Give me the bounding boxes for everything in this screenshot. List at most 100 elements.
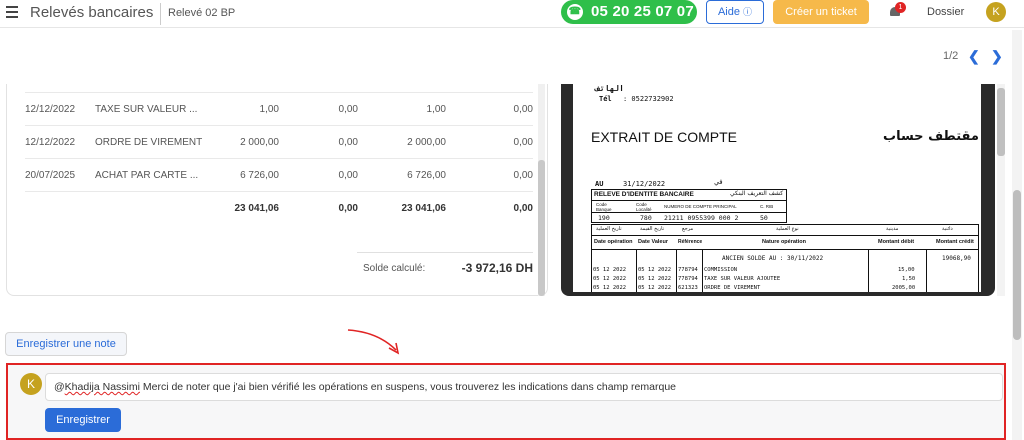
pdf-line-debit: 1,50: [902, 276, 916, 282]
pdf-col-header: Montant débit: [878, 239, 915, 245]
pdf-line-value-date: 05 12 2022: [638, 267, 672, 273]
table-scrollbar-thumb[interactable]: [538, 160, 545, 296]
pdf-lines-area: ANCIEN SOLDE AU : 30/11/2022 19068,90 05…: [591, 250, 979, 292]
pdf-tel-label: Tél: [599, 95, 612, 103]
operations-table: 12/12/2022 TAXE SUR VALEUR ... 1,00 0,00…: [6, 84, 548, 296]
page-scrollbar-thumb[interactable]: [1013, 190, 1021, 340]
pdf-col-header-ar: مرجع: [682, 226, 694, 232]
pdf-col-header: Date Valeur: [638, 239, 668, 245]
help-button-label: Aide: [717, 6, 740, 18]
pdf-col-header-ar: مدينية: [886, 226, 899, 232]
computed-balance-label: Solde calculé:: [363, 263, 426, 274]
row-value-2: 0,00: [338, 170, 358, 181]
pdf-line-value-date: 05 12 2022: [638, 276, 672, 282]
note-composer: K @Khadija Nassimi Merci de noter que j'…: [6, 363, 1006, 440]
pdf-rib-header: C. RIB: [760, 204, 774, 209]
note-author-avatar: K: [20, 373, 42, 395]
pdf-line-date: 05 12 2022: [593, 276, 627, 282]
note-mention-prefix: @: [54, 381, 65, 393]
total-value-3: 23 041,06: [401, 203, 447, 214]
pdf-rib-box: RELEVE D'IDENTITE BANCAIRE كشف التعريف ا…: [591, 189, 787, 223]
support-phone-number: 05 20 25 07 07: [591, 3, 694, 20]
table-row[interactable]: 12/12/2022 TAXE SUR VALEUR ... 1,00 0,00…: [25, 92, 533, 125]
pdf-line-debit: 2005,00: [892, 285, 916, 291]
dossier-menu[interactable]: Dossier: [927, 6, 964, 18]
pdf-phone-label-ar: الهاتف: [595, 84, 624, 93]
row-label: ORDRE DE VIREMENT: [95, 137, 203, 148]
help-circle-icon: ⓘ: [743, 7, 753, 17]
total-value-4: 0,00: [513, 203, 533, 214]
row-value-2: 0,00: [338, 137, 358, 148]
row-value-4: 0,00: [513, 170, 533, 181]
pdf-line-debit: 15,00: [898, 267, 915, 273]
save-note-tab-button[interactable]: Enregistrer une note: [5, 332, 127, 356]
row-value-3: 6 726,00: [407, 170, 446, 181]
menu-icon[interactable]: [6, 6, 18, 18]
save-button[interactable]: Enregistrer: [45, 408, 121, 432]
pdf-rib-value: 21211 0955399 000 2: [664, 214, 739, 222]
pdf-col-header: Nature opération: [762, 239, 807, 245]
totals-row: 23 041,06 0,00 23 041,06 0,00: [25, 191, 533, 224]
pdf-col-header-ar: دائنية: [942, 226, 953, 232]
notification-bell-icon[interactable]: 1: [888, 2, 906, 19]
pdf-tel-value: : 0522732902: [623, 95, 674, 103]
row-value-3: 1,00: [426, 104, 446, 115]
pdf-line-date: 05 12 2022: [593, 267, 627, 273]
row-value-4: 0,00: [513, 104, 533, 115]
row-value-1: 1,00: [259, 104, 279, 115]
pdf-title-ar: مقتطف حساب: [883, 129, 979, 144]
support-phone-button[interactable]: ☎ 05 20 25 07 07: [561, 0, 697, 24]
total-value-2: 0,00: [338, 203, 358, 214]
note-text-input[interactable]: @Khadija Nassimi Merci de noter que j'ai…: [45, 373, 1003, 401]
pdf-line-ref: 778794: [678, 267, 698, 273]
pdf-au-ar: في: [715, 178, 724, 186]
pdf-au-label: AU: [595, 180, 604, 188]
pdf-rib-value: 780: [640, 214, 652, 222]
pdf-rib-value: 50: [760, 214, 768, 222]
pdf-line-ref: 778794: [678, 276, 698, 282]
pdf-title: EXTRAIT DE COMPTE: [591, 129, 737, 145]
chevron-right-icon[interactable]: ❯: [991, 48, 1003, 65]
table-row[interactable]: 12/12/2022 ORDRE DE VIREMENT 2 000,00 0,…: [25, 125, 533, 158]
pdf-rib-title: RELEVE D'IDENTITE BANCAIRE: [594, 191, 694, 198]
pdf-col-header-ar: تاريخ العملية: [596, 226, 622, 232]
pdf-col-header-ar: تاريخ القيمة: [640, 226, 665, 232]
pdf-scrollbar-thumb[interactable]: [997, 88, 1005, 156]
chevron-left-icon[interactable]: ❮: [968, 48, 980, 65]
pdf-col-header: Référence: [678, 239, 703, 245]
pdf-rib-value: 190: [598, 214, 610, 222]
pdf-rib-header: Code Banque: [596, 202, 612, 212]
pdf-rib-header: NUMERO DE COMPTE PRINCIPAL: [664, 204, 737, 209]
note-mention[interactable]: Khadija Nassimi: [65, 381, 140, 393]
pdf-rib-title-ar: كشف التعريف البنكي: [730, 190, 784, 197]
pdf-col-header-ar: نوع العملية: [776, 226, 799, 232]
pdf-line-value-date: 05 12 2022: [638, 285, 672, 291]
row-date: 12/12/2022: [25, 137, 76, 148]
notification-badge: 1: [895, 2, 906, 13]
pdf-line-date: 05 12 2022: [593, 285, 627, 291]
computed-balance: Solde calculé: -3 972,16 DH: [357, 252, 533, 275]
document-name: Relevé 02 BP: [168, 7, 236, 19]
user-avatar[interactable]: K: [986, 2, 1006, 22]
pdf-line-nature: COMMISSION: [704, 267, 738, 273]
pdf-col-header: Montant crédit: [936, 239, 974, 245]
headset-icon: ☎: [567, 4, 583, 20]
note-text: Merci de noter que j'ai bien vérifié les…: [139, 381, 676, 393]
title-divider: [160, 3, 161, 25]
pdf-au-date: 31/12/2022: [623, 180, 666, 188]
row-label: ACHAT PAR CARTE ...: [95, 170, 199, 181]
total-value-1: 23 041,06: [234, 203, 280, 214]
row-value-3: 2 000,00: [407, 137, 446, 148]
create-ticket-button[interactable]: Créer un ticket: [773, 0, 869, 24]
row-value-2: 0,00: [338, 104, 358, 115]
pdf-line-ref: 621323: [678, 285, 698, 291]
page-indicator: 1/2: [943, 50, 959, 62]
row-date: 20/07/2025: [25, 170, 76, 181]
row-value-1: 2 000,00: [240, 137, 279, 148]
row-date: 12/12/2022: [25, 104, 76, 115]
annotation-arrow-icon: [347, 329, 400, 355]
pdf-column-headers: تاريخ العملية تاريخ القيمة مرجع نوع العم…: [591, 224, 979, 250]
help-button[interactable]: Aide ⓘ: [706, 0, 764, 24]
row-label: TAXE SUR VALEUR ...: [95, 104, 198, 115]
table-row[interactable]: 20/07/2025 ACHAT PAR CARTE ... 6 726,00 …: [25, 158, 533, 191]
